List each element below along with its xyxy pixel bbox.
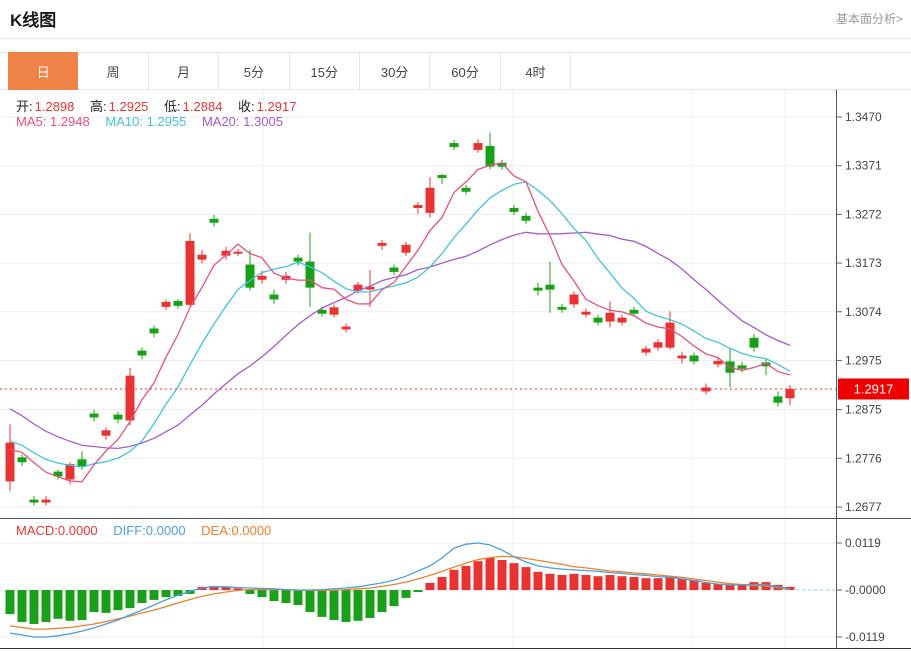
svg-text:0.0119: 0.0119: [845, 536, 881, 550]
period-tabs: 日周月5分15分30分60分4时: [8, 52, 571, 90]
svg-text:1.2975: 1.2975: [845, 353, 882, 367]
tab-5[interactable]: 15分: [290, 52, 360, 90]
current-price-marker: 1.2917: [0, 378, 909, 399]
svg-text:1.3272: 1.3272: [845, 207, 882, 221]
svg-text:1.2875: 1.2875: [845, 403, 882, 417]
svg-text:1.3173: 1.3173: [845, 256, 882, 270]
open-readout: 开:1.2898: [16, 99, 74, 114]
svg-text:1.2677: 1.2677: [845, 500, 882, 514]
ma5-readout: MA5: 1.2948: [16, 114, 90, 129]
high-readout: 高:1.2925: [90, 99, 148, 114]
tab-3[interactable]: 月: [149, 52, 219, 90]
tab-6[interactable]: 30分: [360, 52, 430, 90]
tab-2[interactable]: 周: [78, 52, 148, 90]
macd-histogram: [6, 558, 795, 624]
svg-text:1.2776: 1.2776: [845, 451, 882, 465]
ma5-line: [10, 163, 790, 482]
close-readout: 收:1.2917: [238, 99, 296, 114]
svg-text:-0.0119: -0.0119: [845, 630, 885, 644]
tab-8[interactable]: 4时: [501, 52, 571, 90]
dea-value: DEA:0.0000: [201, 523, 271, 538]
ma-readout: MA5: 1.2948 MA10: 1.2955 MA20: 1.3005: [16, 114, 295, 129]
svg-text:1.3470: 1.3470: [845, 110, 882, 124]
ohlc-readout: 开:1.2898 高:1.2925 低:1.2884 收:1.2917: [16, 96, 308, 115]
svg-text:1.3371: 1.3371: [845, 159, 882, 173]
gridlines: [0, 90, 837, 649]
tab-1[interactable]: 日: [8, 52, 78, 90]
price-axis-labels: 1.3470 1.3371 1.3272 1.3173 1.3074 1.2975 1.28…: [837, 110, 883, 514]
svg-text:1.3074: 1.3074: [845, 305, 882, 319]
svg-text:1.2917: 1.2917: [854, 381, 894, 396]
tab-4[interactable]: 5分: [219, 52, 289, 90]
candlesticks: [6, 133, 795, 506]
ma20-readout: MA20: 1.3005: [202, 114, 283, 129]
macd-readout: MACD:0.0000 DIFF:0.0000 DEA:0.0000: [16, 523, 283, 538]
macd-value: MACD:0.0000: [16, 523, 98, 538]
ma10-readout: MA10: 1.2955: [105, 114, 186, 129]
diff-value: DIFF:0.0000: [113, 523, 185, 538]
tab-7[interactable]: 60分: [430, 52, 500, 90]
low-readout: 低:1.2884: [164, 99, 222, 114]
macd-axis-labels: 0.0119 -0.0000 -0.0119: [837, 536, 887, 644]
svg-text:-0.0000: -0.0000: [845, 583, 886, 597]
ma-lines: [10, 163, 790, 482]
